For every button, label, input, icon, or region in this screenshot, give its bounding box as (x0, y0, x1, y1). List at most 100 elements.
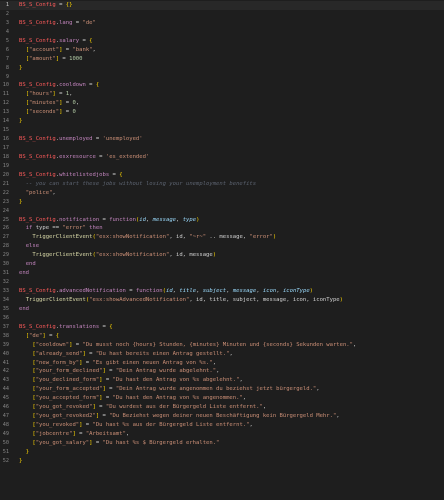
line-number: 18 (2, 153, 9, 160)
line-number: 15 (2, 127, 9, 134)
code-line[interactable]: 10 BS_S_Config.cooldown = { (0, 81, 444, 90)
code-line[interactable]: 49 ["jobcentre"] = "Arbeitsamt", (0, 430, 444, 439)
code-line[interactable]: 18 BS_S_Config.esxresource = 'es_extended… (0, 153, 444, 162)
code-line[interactable]: 25 BS_S_Config.notification = function(id… (0, 216, 444, 225)
code-line[interactable]: 34 TriggerClientEvent("esx:showAdvancedN… (0, 296, 444, 305)
code-line[interactable]: 44 ["your_form_accepted"] = "Dein Antrag… (0, 385, 444, 394)
code-token: BS_S_Config (19, 82, 56, 89)
code-line[interactable]: 1 BS_S_Config = {} (0, 1, 444, 10)
code-line[interactable]: 31 end (0, 269, 444, 278)
code-token: , id, message (169, 252, 213, 259)
code-line[interactable]: 19 (0, 162, 444, 171)
code-text: ["cooldown"] = "Du musst noch {hours} St… (19, 341, 356, 350)
code-text: "police", (19, 189, 56, 198)
code-line[interactable]: 21 -- you can start these jobs without l… (0, 180, 444, 189)
line-number: 31 (2, 270, 9, 277)
code-line[interactable]: 39 ["cooldown"] = "Du musst noch {hours}… (0, 341, 444, 350)
code-line[interactable]: 42 ["your_form_declined"] = "Dein Antrag… (0, 367, 444, 376)
code-token: "cooldown" (35, 341, 70, 348)
code-token: notification (59, 216, 100, 223)
code-line[interactable]: 3 BS_S_Config.lang = "de" (0, 19, 444, 28)
code-line[interactable]: 17 (0, 144, 444, 153)
code-line[interactable]: 4 (0, 28, 444, 37)
code-line[interactable]: 48 ["you_revoked"] = "Du hast %s aus der… (0, 421, 444, 430)
code-token: { (89, 37, 93, 44)
line-number: 48 (2, 422, 9, 429)
code-line[interactable]: 36 (0, 314, 444, 323)
code-token: , (75, 100, 80, 107)
code-line[interactable]: 28 else (0, 242, 444, 251)
line-number: 34 (2, 296, 9, 303)
code-token: unemployed (59, 136, 93, 143)
code-token: , (249, 422, 253, 429)
line-number: 41 (2, 359, 9, 366)
code-token: title (179, 288, 197, 294)
code-text: ["already_send"] = "Du hast bereits eine… (19, 350, 232, 359)
code-line[interactable]: 23} (0, 198, 444, 207)
code-line[interactable]: 46 ["you_got_revoked"] = "Du wurdest aus… (0, 403, 444, 412)
code-token: "Du Beziehst wegen deiner neuen Beschäft… (109, 413, 337, 420)
code-line[interactable]: 7 ["amount"] = 1000 (0, 55, 444, 64)
line-number: 16 (2, 136, 9, 143)
code-line[interactable]: 52} (0, 457, 444, 466)
code-line[interactable]: 8} (0, 64, 444, 73)
code-line[interactable]: 47 ["you_got_revoked2"] = "Du Beziehst w… (0, 412, 444, 421)
code-editor[interactable]: 1 BS_S_Config = {} 2 3 BS_S_Config.lang = "d… (0, 0, 444, 500)
code-line[interactable]: 41 ["new_form_by"] = "Es gibt einen neue… (0, 359, 444, 368)
line-number: 29 (2, 252, 9, 259)
code-token: icon (262, 288, 277, 294)
code-token: = (79, 37, 90, 44)
code-line[interactable]: 37 BS_S_Config.translations = { (0, 323, 444, 332)
code-token: { (109, 323, 113, 330)
code-line[interactable]: 16 BS_S_Config.unemployed = 'unemployed' (0, 135, 444, 144)
code-line[interactable]: 45 ["you_accepted_form"] = "Du hast den … (0, 394, 444, 403)
line-number: 2 (5, 10, 9, 17)
code-text: ["account"] = "bank", (19, 46, 96, 55)
code-line[interactable]: 43 ["you_declined_form"] = "Du hast den … (0, 376, 444, 385)
code-line[interactable]: 15 (0, 126, 444, 135)
code-token: "you_got_salary" (35, 439, 90, 446)
code-line[interactable]: 14} (0, 117, 444, 126)
code-text: ["seconds"] = 0 (19, 108, 76, 117)
code-token: "you_got_revoked" (35, 404, 93, 411)
code-line[interactable]: 27 TriggerClientEvent("esx:showNotificat… (0, 233, 444, 242)
line-number: 33 (2, 288, 9, 294)
code-token: TriggerClientEvent (32, 252, 93, 259)
code-text: -- you can start these jobs without losi… (19, 180, 256, 189)
code-line[interactable]: 51 } (0, 448, 444, 457)
code-token: "account" (29, 46, 60, 53)
code-line[interactable]: 22 "police", (0, 189, 444, 198)
code-line[interactable]: 9 (0, 73, 444, 82)
code-token: type (182, 216, 197, 223)
code-line[interactable]: 30 end (0, 260, 444, 269)
code-token: else (25, 243, 40, 250)
code-line[interactable]: 32 (0, 278, 444, 287)
code-line[interactable]: 29 TriggerClientEvent("esx:showNotificat… (0, 251, 444, 260)
code-line[interactable]: 33 BS_S_Config.advancedNotification = fun… (0, 287, 444, 296)
code-line[interactable]: 35 end (0, 305, 444, 314)
code-line[interactable]: 13 ["seconds"] = 0 (0, 108, 444, 117)
code-line[interactable]: 50 ["you_got_salary"] = "Du hast %s $ Bü… (0, 439, 444, 448)
code-line[interactable]: 40 ["already_send"] = "Du hast bereits e… (0, 350, 444, 359)
code-line[interactable]: 38 ["de"] = { (0, 332, 444, 341)
code-text: BS_S_Config.unemployed = 'unemployed' (19, 135, 143, 144)
code-line[interactable]: 20 BS_S_Config.whitelistedjobs = { (0, 171, 444, 180)
line-number: 7 (5, 55, 9, 62)
code-line[interactable]: 6 ["account"] = "bank", (0, 46, 444, 55)
code-line[interactable]: 11 ["hours"] = 1, (0, 90, 444, 99)
line-number: 5 (5, 37, 9, 44)
code-line[interactable]: 26 if type == "error" then (0, 224, 444, 233)
code-area[interactable]: 1 BS_S_Config = {} 2 3 BS_S_Config.lang = "d… (0, 1, 444, 466)
code-token: , (316, 386, 320, 393)
code-line[interactable]: 2 (0, 10, 444, 19)
code-line[interactable]: 12 ["minutes"] = 0, (0, 99, 444, 108)
code-line[interactable]: 5 BS_S_Config.salary = { (0, 37, 444, 46)
code-line[interactable]: 24 (0, 207, 444, 216)
